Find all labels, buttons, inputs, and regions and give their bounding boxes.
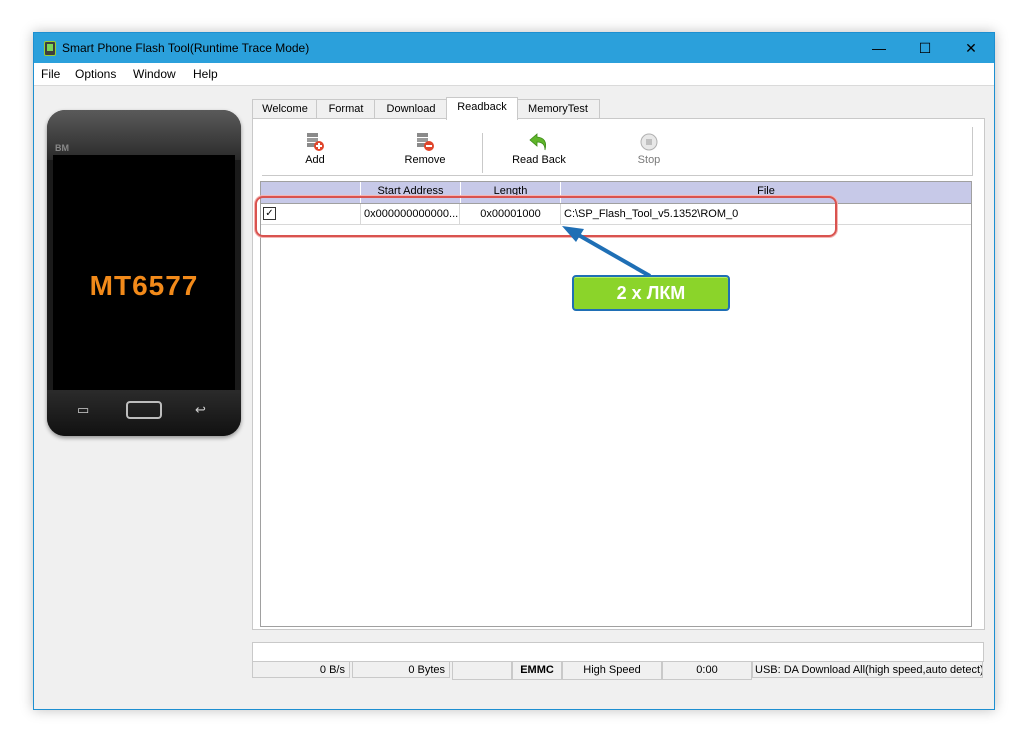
tab-download[interactable]: Download (374, 99, 448, 119)
status-usb-speed: High Speed (562, 661, 662, 680)
start-address-cell[interactable]: 0x000000000000... (361, 204, 460, 224)
column-header-file[interactable]: File (561, 182, 971, 203)
status-usb-mode: USB: DA Download All(high speed,auto det… (752, 661, 983, 678)
status-empty (452, 661, 512, 680)
app-window: Smart Phone Flash Tool(Runtime Trace Mod… (33, 32, 995, 710)
status-bar: 0 B/s 0 Bytes EMMC High Speed 0:00 USB: … (252, 661, 983, 680)
toolbar-separator (482, 133, 483, 173)
title-bar[interactable]: Smart Phone Flash Tool(Runtime Trace Mod… (34, 33, 994, 63)
read-back-button[interactable]: Read Back (504, 130, 574, 174)
read-back-label: Read Back (512, 154, 566, 166)
table-header: Start Address Length File (261, 182, 971, 204)
row-check-cell: ✓ (261, 204, 361, 224)
phone-image: BM MT6577 ▭ ↩ (47, 110, 241, 436)
phone-screen: MT6577 (53, 155, 235, 390)
home-key-icon (126, 401, 162, 419)
menu-bar: File Options Window Help (34, 63, 994, 86)
add-button[interactable]: Add (280, 130, 350, 174)
app-icon (44, 41, 56, 56)
column-header-start-address[interactable]: Start Address (361, 182, 461, 203)
tab-readback[interactable]: Readback (446, 97, 518, 120)
table-row[interactable]: ✓ 0x000000000000... 0x00001000 C:\SP_Fla… (261, 204, 971, 225)
readback-panel: Add Remove Read Back Stop Start Address … (252, 118, 985, 630)
stop-button[interactable]: Stop (614, 130, 684, 174)
add-icon (307, 133, 324, 151)
menu-file[interactable]: File (41, 67, 60, 81)
remove-label: Remove (404, 154, 446, 166)
close-button[interactable]: ✕ (948, 33, 994, 63)
menu-key-icon: ▭ (77, 402, 90, 417)
add-label: Add (305, 154, 325, 166)
status-speed: 0 B/s (252, 661, 350, 678)
row-checkbox[interactable]: ✓ (263, 207, 276, 220)
menu-options[interactable]: Options (75, 67, 116, 81)
readback-toolbar: Add Remove Read Back Stop (262, 127, 973, 176)
phone-model-label: MT6577 (89, 270, 199, 301)
callout-label: 2 x ЛКМ (572, 275, 730, 311)
remove-icon (417, 133, 434, 151)
undo-arrow-icon (529, 133, 547, 151)
status-bytes: 0 Bytes (352, 661, 450, 678)
phone-brand: BM (55, 143, 69, 153)
status-time: 0:00 (662, 661, 752, 680)
menu-window[interactable]: Window (133, 67, 176, 81)
column-header-length[interactable]: Length (461, 182, 561, 203)
maximize-button[interactable]: ☐ (902, 33, 948, 63)
phone-bottom-bezel: ▭ ↩ (47, 390, 241, 436)
tab-format[interactable]: Format (316, 99, 376, 119)
length-cell[interactable]: 0x00001000 (461, 204, 561, 224)
file-cell[interactable]: C:\SP_Flash_Tool_v5.1352\ROM_0 (561, 204, 971, 224)
readback-table: Start Address Length File ✓ 0x0000000000… (260, 181, 972, 627)
column-header-check (261, 182, 361, 203)
tab-welcome[interactable]: Welcome (252, 99, 318, 119)
stop-label: Stop (637, 154, 661, 166)
remove-button[interactable]: Remove (390, 130, 460, 174)
back-key-icon: ↩ (195, 402, 206, 417)
tab-memorytest[interactable]: MemoryTest (516, 99, 600, 119)
window-title: Smart Phone Flash Tool(Runtime Trace Mod… (62, 41, 310, 55)
progress-bar (252, 642, 984, 662)
stop-icon (640, 133, 658, 151)
menu-help[interactable]: Help (193, 67, 218, 81)
minimize-button[interactable]: — (856, 33, 902, 63)
status-storage: EMMC (512, 661, 562, 680)
phone-top-bezel (47, 110, 241, 160)
